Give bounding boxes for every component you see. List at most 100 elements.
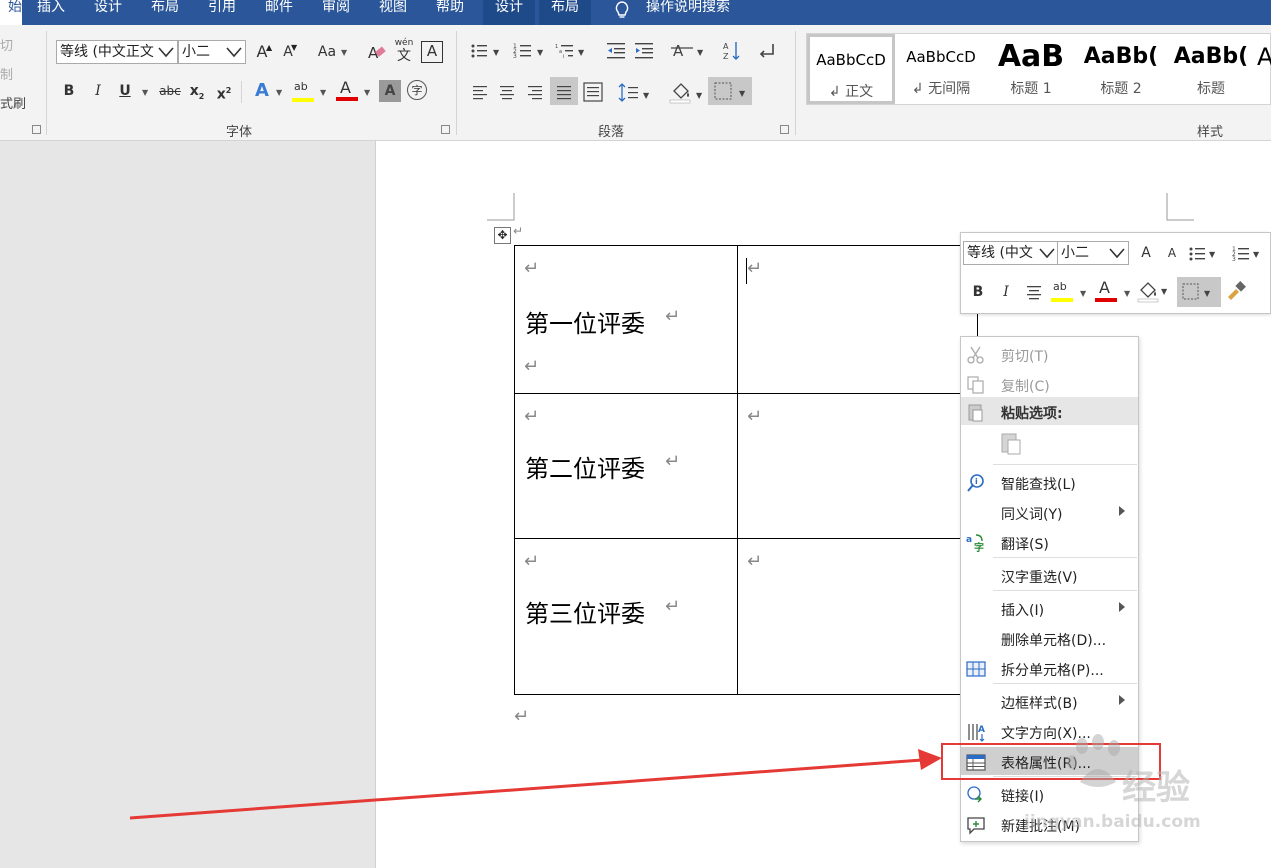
style-heading-2[interactable]: AaBb( 标题 2 [1077,34,1165,104]
menu-item-reconvert[interactable]: 汉字重选(V) [961,561,1138,589]
char-border-button[interactable]: A [421,41,443,63]
paste-keep-text-icon[interactable] [999,431,1025,457]
format-painter-icon[interactable] [1225,281,1247,301]
tab-home[interactable]: 始 [0,0,22,25]
judge-label: 第二位评委 [525,455,645,483]
menu-item-smart-lookup[interactable]: i 智能查找(L) [961,468,1138,496]
mini-font-size-combo[interactable]: 小二 [1057,241,1129,265]
change-case-button[interactable]: Aa [315,41,339,63]
phonetic-label-top: wén [394,38,414,48]
menu-item-translate[interactable]: a 字 翻译(S) [961,528,1138,556]
menu-label: 复制(C) [1001,379,1050,395]
mini-italic-button[interactable]: I [995,281,1017,303]
tab-table-design[interactable]: 设计 [483,0,535,25]
pilcrow-mark: ↵ [665,306,681,327]
tab-mailings[interactable]: 邮件 [265,0,293,25]
mini-grow-font-button[interactable]: A [1135,242,1157,264]
table-cell[interactable]: ↵ [737,393,978,539]
grow-arrow-icon: ▲ [266,43,273,52]
tab-design[interactable]: 设计 [94,0,122,25]
svg-text:▼: ▼ [697,48,704,57]
style-more[interactable]: A [1257,34,1271,104]
mini-list-buttons[interactable]: ▼ 123 ▼ [1187,245,1271,265]
mini-shading-icon[interactable]: ▼ [1137,279,1167,305]
svg-text:i: i [563,54,564,60]
menu-item-split-cells[interactable]: 拆分单元格(P)... [961,654,1138,682]
table-cell[interactable]: ↵ 第一位评委 ↵ ↵ [514,245,738,394]
table-move-handle-icon[interactable]: ✥ [494,227,511,244]
paragraph-group-label: 段落 [598,125,625,140]
mini-highlight-button[interactable]: ab [1051,279,1075,303]
style-heading-1[interactable]: AaB 标题 1 [987,34,1075,104]
font-size-combo[interactable]: 小二 [178,40,246,64]
strikethrough-button[interactable]: abc [156,80,184,102]
mini-bold-button[interactable]: B [967,281,989,303]
clear-formatting-icon[interactable]: A [366,42,388,64]
table-row: ↵ 第三位评委 ↵ ↵ [514,538,978,695]
font-launcher[interactable] [441,125,450,134]
sort-icon: AZ [723,42,740,61]
table-cell[interactable]: ↵ 第三位评委 ↵ [514,538,738,695]
tab-references[interactable]: 引用 [208,0,236,25]
underline-button[interactable]: U [114,80,136,102]
svg-text:a: a [559,49,562,55]
table-cell[interactable]: ↵ 第二位评委 ↵ [514,393,738,539]
tell-me-search[interactable]: 操作说明搜索 [646,0,730,25]
tab-view[interactable]: 视图 [379,0,407,25]
menu-label: 汉字重选(V) [1001,570,1078,586]
copy-button[interactable]: 制 [0,64,13,83]
char-shading-button[interactable]: A [379,80,401,102]
mini-shrink-font-button[interactable]: A [1161,242,1183,264]
superscript-button[interactable]: x2 [213,80,235,103]
phonetic-guide-button[interactable]: wén 文 [394,39,414,65]
mini-font-name-combo[interactable]: 等线 (中文 [963,241,1059,265]
svg-text:▼: ▼ [537,48,544,57]
menu-separator [993,683,1137,684]
mini-center-align-icon[interactable] [1025,284,1043,300]
text-effects-button[interactable]: A [251,80,273,102]
mini-borders-button[interactable]: ▼ [1177,277,1221,307]
smart-lookup-icon: i [967,474,984,492]
tab-table-layout[interactable]: 布局 [539,0,591,25]
menu-item-insert[interactable]: 插入(I) [961,594,1138,622]
table-row: ↵ 第一位评委 ↵ ↵ ↵ [514,245,978,394]
mini-font-color-button[interactable]: A [1095,278,1119,302]
enclose-char-button[interactable]: 字 [407,80,427,100]
judges-table: ↵ 第一位评委 ↵ ↵ ↵ ↵ 第二位评委 ↵ ↵ ↵ 第三位评委 ↵ ↵ [514,245,978,695]
table-cell[interactable]: ↵ [737,245,978,394]
style-title[interactable]: AaBb( 标题 [1167,34,1255,104]
menu-separator [993,590,1137,591]
menu-item-cut[interactable]: 剪切(T) [961,340,1138,368]
cut-button[interactable]: 切 [0,35,13,54]
mini-toolbar: 等线 (中文 小二 A A ▼ 123 ▼ B I ab ▼ A ▼ ▼ ▼ [960,232,1271,314]
subscript-button[interactable]: x2 [186,80,208,102]
font-name-combo[interactable]: 等线 (中文正文 [56,40,178,64]
tab-review[interactable]: 审阅 [322,0,350,25]
pilcrow-mark: ↵ [747,551,763,572]
tab-layout[interactable]: 布局 [151,0,179,25]
highlight-button[interactable]: ab [292,80,316,102]
dropdown-arrow-icon: ▼ [364,88,371,97]
scissors-icon [967,346,984,364]
clipboard-launcher[interactable] [32,125,41,134]
decrease-indent-icon [607,43,625,59]
bold-button[interactable]: B [58,80,80,102]
font-color-button[interactable]: A [336,78,360,102]
style-no-spacing[interactable]: AaBbCcD ↲ 无间隔 [897,34,985,104]
svg-text:A: A [673,42,684,60]
paragraph-launcher[interactable] [780,125,789,134]
svg-text:▼: ▼ [493,48,500,57]
menu-item-copy[interactable]: 复制(C) [961,370,1138,398]
menu-item-synonyms[interactable]: 同义词(Y) [961,498,1138,526]
style-normal[interactable]: AaBbCcD ↲ 正文 [807,34,895,104]
italic-button[interactable]: I [87,80,109,102]
svg-text:▼: ▼ [578,48,585,57]
tab-insert[interactable]: 插入 [37,0,65,25]
menu-item-border-styles[interactable]: 边框样式(B) [961,687,1138,715]
tab-help[interactable]: 帮助 [436,0,464,25]
table-cell[interactable]: ↵ [737,538,978,695]
menu-label: 粘贴选项: [1001,406,1063,422]
watermark-url: jingyan.baidu.com [1024,812,1201,832]
format-painter-button[interactable]: 式刷 [0,93,26,112]
menu-item-delete-cells[interactable]: 删除单元格(D)... [961,624,1138,652]
